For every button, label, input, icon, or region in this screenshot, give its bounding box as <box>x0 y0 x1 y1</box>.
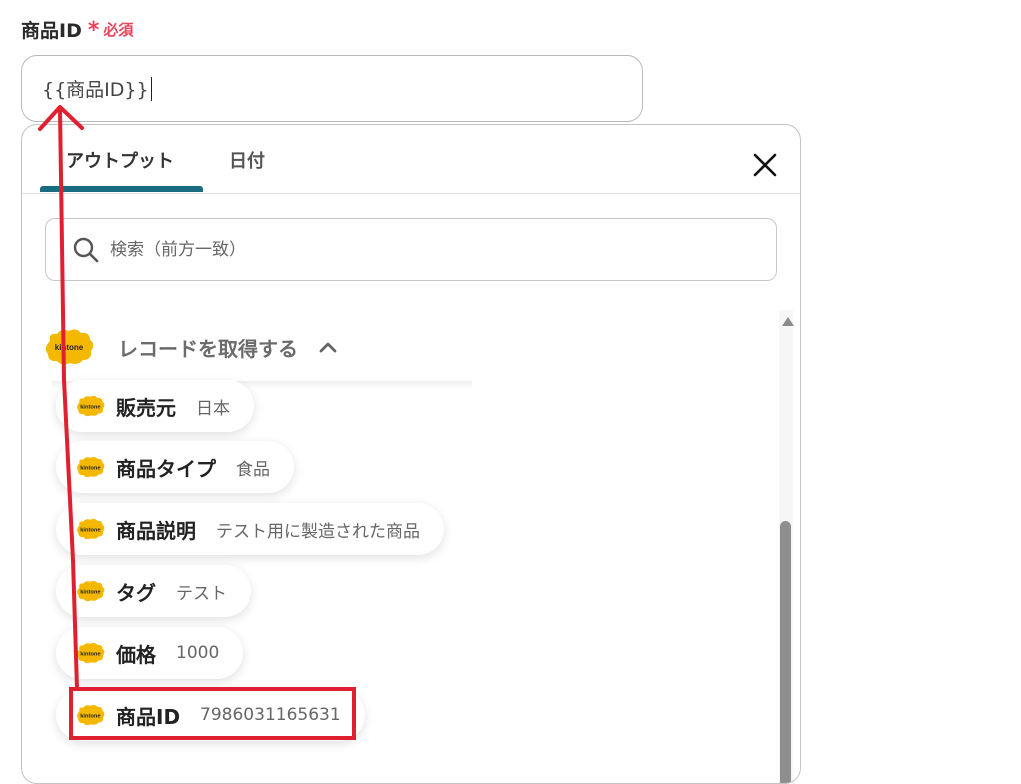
close-icon[interactable] <box>750 150 780 180</box>
list-item[interactable]: kintone 商品説明 テスト用に製造された商品 <box>56 503 444 555</box>
kintone-logo-text: kintone <box>80 527 100 533</box>
scrollbar-thumb[interactable] <box>780 521 791 783</box>
field-label-text: 商品ID <box>21 19 82 42</box>
group-header-get-record[interactable]: kintone レコードを取得する <box>44 327 338 367</box>
chevron-up-icon[interactable] <box>318 340 338 354</box>
text-caret <box>150 76 152 101</box>
kintone-logo-text: kintone <box>80 651 100 657</box>
product-id-input[interactable]: {{商品ID}} <box>21 55 643 122</box>
item-key: タグ <box>116 580 156 605</box>
kintone-logo-text: kintone <box>80 589 100 595</box>
scroll-up-arrow-icon[interactable] <box>782 317 794 326</box>
kintone-logo-text: kintone <box>80 713 100 719</box>
item-key: 販売元 <box>116 395 176 420</box>
kintone-logo-icon: kintone <box>77 456 105 478</box>
kintone-logo-icon: kintone <box>45 329 94 365</box>
list-item[interactable]: kintone 商品タイプ 食品 <box>56 441 294 493</box>
kintone-logo-icon: kintone <box>77 642 105 664</box>
group-title: レコードを取得する <box>118 336 298 361</box>
search-input[interactable] <box>108 238 712 261</box>
kintone-logo-icon: kintone <box>77 704 105 726</box>
search-icon <box>73 237 99 262</box>
variable-picker-panel: アウトプット 日付 kintone レコードを取得する kintone <box>21 124 801 784</box>
tab-date[interactable]: 日付 <box>229 147 265 173</box>
active-tab-indicator <box>40 186 203 192</box>
kintone-logo-icon: kintone <box>77 518 105 540</box>
list-item[interactable]: kintone タグ テスト <box>56 565 251 617</box>
kintone-logo-icon: kintone <box>77 395 105 417</box>
kintone-logo-text: kintone <box>80 465 100 471</box>
tab-output[interactable]: アウトプット <box>66 147 174 173</box>
item-key: 商品ID <box>116 704 181 729</box>
item-value: 7986031165631 <box>200 705 341 725</box>
list-item[interactable]: kintone 価格 1000 <box>56 627 244 679</box>
tab-bar: アウトプット 日付 <box>22 125 800 194</box>
search-box <box>45 218 777 281</box>
required-mark: * <box>87 18 100 43</box>
item-key: 商品タイプ <box>116 456 216 481</box>
kintone-logo-text: kintone <box>55 343 84 352</box>
item-key: 価格 <box>116 642 156 667</box>
list-item[interactable]: kintone 販売元 日本 <box>56 380 254 432</box>
item-key: 商品説明 <box>116 518 196 543</box>
kintone-logo-icon: kintone <box>77 580 105 602</box>
product-id-input-value: {{商品ID}} <box>42 79 149 101</box>
required-text: 必須 <box>103 20 134 39</box>
field-label: 商品ID * 必須 <box>21 15 133 43</box>
item-value: 日本 <box>196 398 230 419</box>
item-value: 食品 <box>236 459 270 480</box>
kintone-logo-text: kintone <box>80 404 100 410</box>
item-value: テスト <box>176 583 227 604</box>
item-value: テスト用に製造された商品 <box>216 521 420 542</box>
list-item-product-id[interactable]: kintone 商品ID 7986031165631 <box>56 689 365 741</box>
item-value: 1000 <box>176 643 220 663</box>
